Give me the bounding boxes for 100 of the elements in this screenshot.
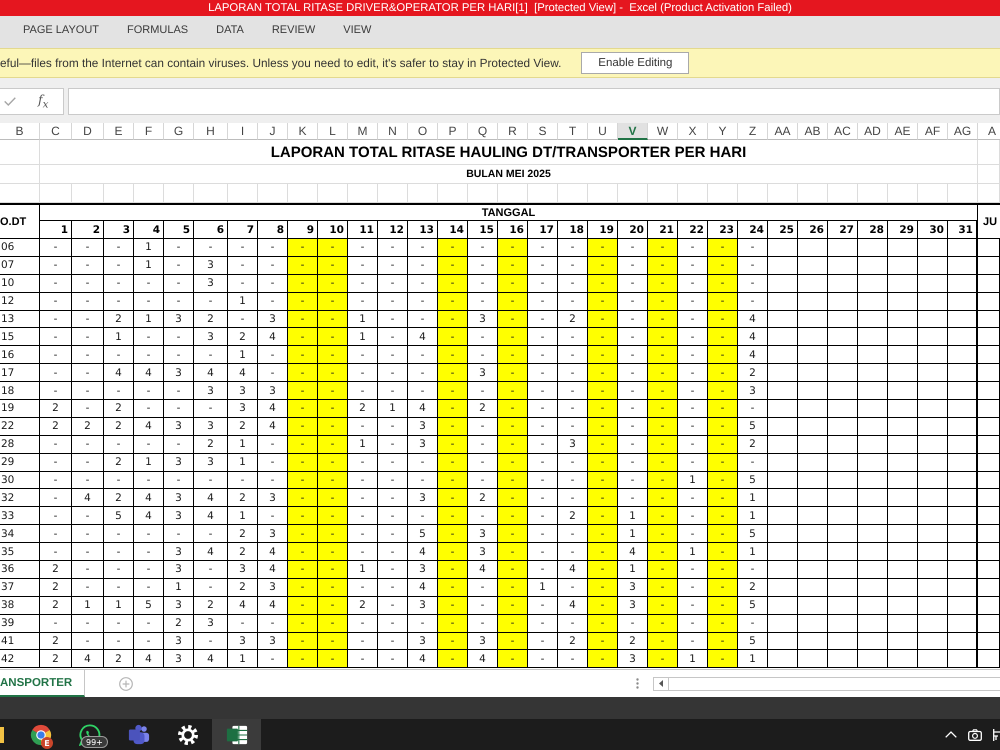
table-cell: - xyxy=(378,256,408,275)
table-cell: 3 xyxy=(194,614,228,633)
table-cell: - xyxy=(288,561,318,579)
column-header[interactable]: W xyxy=(648,123,678,140)
ribbon-tab[interactable]: PAGE LAYOUT xyxy=(9,16,114,44)
table-cell: 1 xyxy=(738,507,768,526)
day-header: 6 xyxy=(194,221,228,239)
ribbon-tab[interactable]: REVIEW xyxy=(258,16,330,44)
column-header[interactable]: T xyxy=(558,123,588,140)
table-cell: - xyxy=(104,382,134,400)
table-cell: - xyxy=(738,400,768,418)
table-cell: - xyxy=(288,650,318,668)
table-cell: - xyxy=(288,364,318,382)
column-header[interactable]: AB xyxy=(798,123,828,140)
column-header[interactable]: K xyxy=(288,123,318,140)
table-cell: 2 xyxy=(40,650,72,668)
column-header[interactable]: E xyxy=(104,123,134,140)
table-cell: - xyxy=(40,489,72,508)
column-header[interactable]: J xyxy=(258,123,288,140)
table-cell: 3 xyxy=(194,256,228,275)
table-cell: - xyxy=(72,614,104,633)
insert-function-button[interactable]: f$_{x}$ xyxy=(36,92,51,111)
enable-editing-button[interactable]: Enable Editing xyxy=(581,52,690,74)
column-header[interactable]: Q xyxy=(468,123,498,140)
table-cell: - xyxy=(40,525,72,544)
column-header[interactable]: B xyxy=(0,123,40,140)
vertical-dots-icon[interactable] xyxy=(636,678,639,689)
column-header[interactable]: AF xyxy=(918,123,948,140)
column-header[interactable]: I xyxy=(228,123,258,140)
column-header[interactable]: V xyxy=(618,123,648,140)
empty-cell xyxy=(798,346,828,364)
table-cell: - xyxy=(588,578,618,597)
column-header[interactable]: AA xyxy=(768,123,798,140)
empty-cell xyxy=(978,489,1000,508)
ribbon-tab[interactable]: FORMULAS xyxy=(113,16,202,44)
taskbar-button[interactable] xyxy=(212,719,261,750)
taskbar-button[interactable]: 99+ xyxy=(65,719,114,750)
column-header[interactable]: M xyxy=(348,123,378,140)
table-cell: - xyxy=(648,561,678,579)
table-cell: - xyxy=(648,614,678,633)
table-cell: - xyxy=(134,400,164,418)
column-title: O.DT xyxy=(0,216,26,228)
ribbon-tab[interactable]: VIEW xyxy=(329,16,386,44)
empty-cell xyxy=(978,650,1000,668)
column-header[interactable]: AD xyxy=(858,123,888,140)
table-cell: - xyxy=(438,489,468,508)
empty-cell xyxy=(978,184,1000,203)
formula-input[interactable] xyxy=(68,88,1000,115)
table-cell: - xyxy=(104,436,134,454)
table-cell: - xyxy=(40,507,72,526)
column-header[interactable]: X xyxy=(678,123,708,140)
empty-cell xyxy=(798,382,828,400)
table-cell: - xyxy=(708,292,738,311)
empty-cell xyxy=(888,328,918,346)
empty-cell xyxy=(828,328,858,346)
column-header[interactable]: L xyxy=(318,123,348,140)
empty-cell xyxy=(978,328,1000,346)
table-cell: - xyxy=(40,364,72,382)
empty-cell xyxy=(978,274,1000,293)
column-header[interactable]: Y xyxy=(708,123,738,140)
table-cell: - xyxy=(438,274,468,293)
network-icon[interactable] xyxy=(993,728,1000,742)
table-cell: - xyxy=(588,364,618,382)
column-header[interactable]: AE xyxy=(888,123,918,140)
camera-icon[interactable] xyxy=(968,728,982,740)
table-cell: - xyxy=(438,292,468,311)
ribbon-tab[interactable]: DATA xyxy=(202,16,258,44)
column-header[interactable]: O xyxy=(408,123,438,140)
column-header[interactable]: D xyxy=(72,123,104,140)
column-header[interactable]: AG xyxy=(948,123,978,140)
empty-cell xyxy=(948,632,978,650)
column-header[interactable]: P xyxy=(438,123,468,140)
column-header[interactable]: H xyxy=(194,123,228,140)
column-header[interactable]: G xyxy=(164,123,194,140)
empty-cell xyxy=(918,382,948,400)
table-cell: - xyxy=(104,561,134,579)
table-cell: - xyxy=(318,472,348,490)
column-header[interactable]: N xyxy=(378,123,408,140)
table-cell: - xyxy=(648,382,678,400)
table-cell: - xyxy=(498,418,528,436)
horizontal-scrollbar[interactable] xyxy=(653,676,1000,690)
taskbar-button[interactable]: E xyxy=(16,719,65,750)
column-header[interactable]: Z xyxy=(738,123,768,140)
empty-cell xyxy=(798,400,828,418)
column-header[interactable]: R xyxy=(498,123,528,140)
empty-cell xyxy=(888,310,918,328)
column-header[interactable]: C xyxy=(40,123,72,140)
column-header[interactable]: AC xyxy=(828,123,858,140)
table-cell: - xyxy=(588,239,618,257)
table-cell: - xyxy=(588,472,618,490)
empty-cell xyxy=(768,507,798,526)
column-header[interactable]: U xyxy=(588,123,618,140)
column-header[interactable]: S xyxy=(528,123,558,140)
chevron-up-icon[interactable] xyxy=(945,731,957,738)
table-cell: - xyxy=(378,614,408,633)
column-header[interactable]: F xyxy=(134,123,164,140)
sheet-tab[interactable]: ANSPORTER xyxy=(0,670,86,697)
check-icon[interactable] xyxy=(4,97,16,106)
empty-cell xyxy=(798,239,828,257)
table-cell: - xyxy=(708,239,738,257)
